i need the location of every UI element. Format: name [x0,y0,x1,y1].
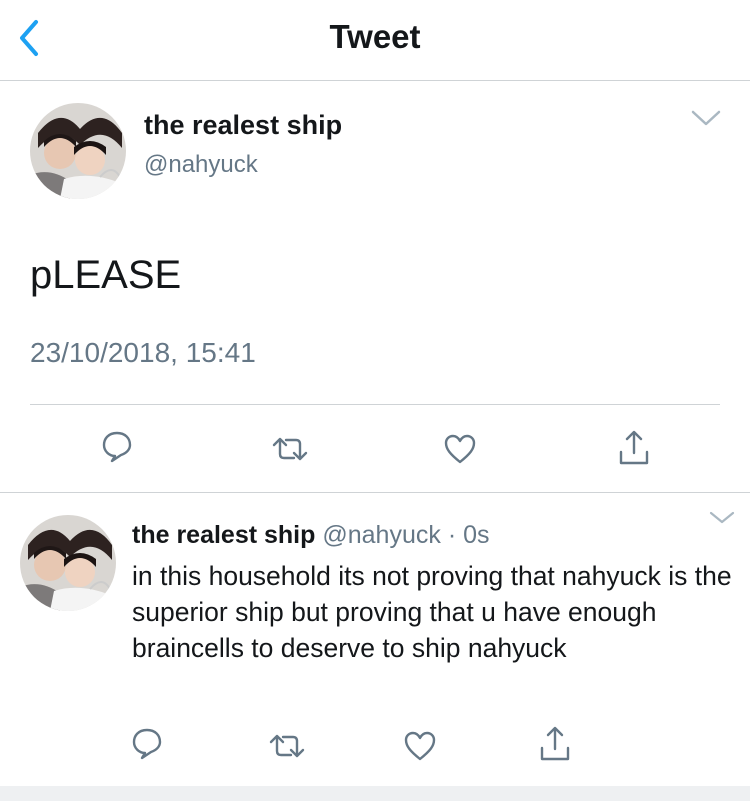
dot-separator: · [447,521,457,549]
tweet-divider [30,404,720,405]
reply-icon[interactable] [101,430,133,464]
reply-header: the realest ship @nahyuck · 0s [132,521,490,550]
reply-like-icon[interactable] [404,731,436,761]
chevron-down-icon[interactable] [690,108,722,128]
user-handle[interactable]: @nahyuck [144,151,258,179]
share-icon[interactable] [618,430,650,466]
reply-retweet-icon[interactable] [269,733,305,759]
tweet-timestamp[interactable]: 23/10/2018, 15:41 [30,337,256,369]
reply-chevron-down-icon[interactable] [708,510,736,526]
display-name[interactable]: the realest ship [144,110,342,141]
like-icon[interactable] [444,434,476,464]
reply-display-name[interactable]: the realest ship [132,521,315,549]
nav-bar: Tweet [0,0,750,80]
reply-handle[interactable]: @nahyuck [322,521,441,549]
reply-share-icon[interactable] [539,726,571,762]
section-divider [0,492,750,493]
reply-tweet-text: in this household its not proving that n… [132,561,732,663]
reply-age[interactable]: 0s [463,521,489,549]
tweet-text: pLEASE [30,253,182,297]
bottom-bar [0,786,750,801]
reply-reply-icon[interactable] [131,727,163,761]
nav-divider [0,80,750,81]
avatar[interactable] [30,103,126,199]
retweet-icon[interactable] [272,436,308,462]
page-title: Tweet [329,18,421,55]
reply-avatar[interactable] [20,515,116,611]
